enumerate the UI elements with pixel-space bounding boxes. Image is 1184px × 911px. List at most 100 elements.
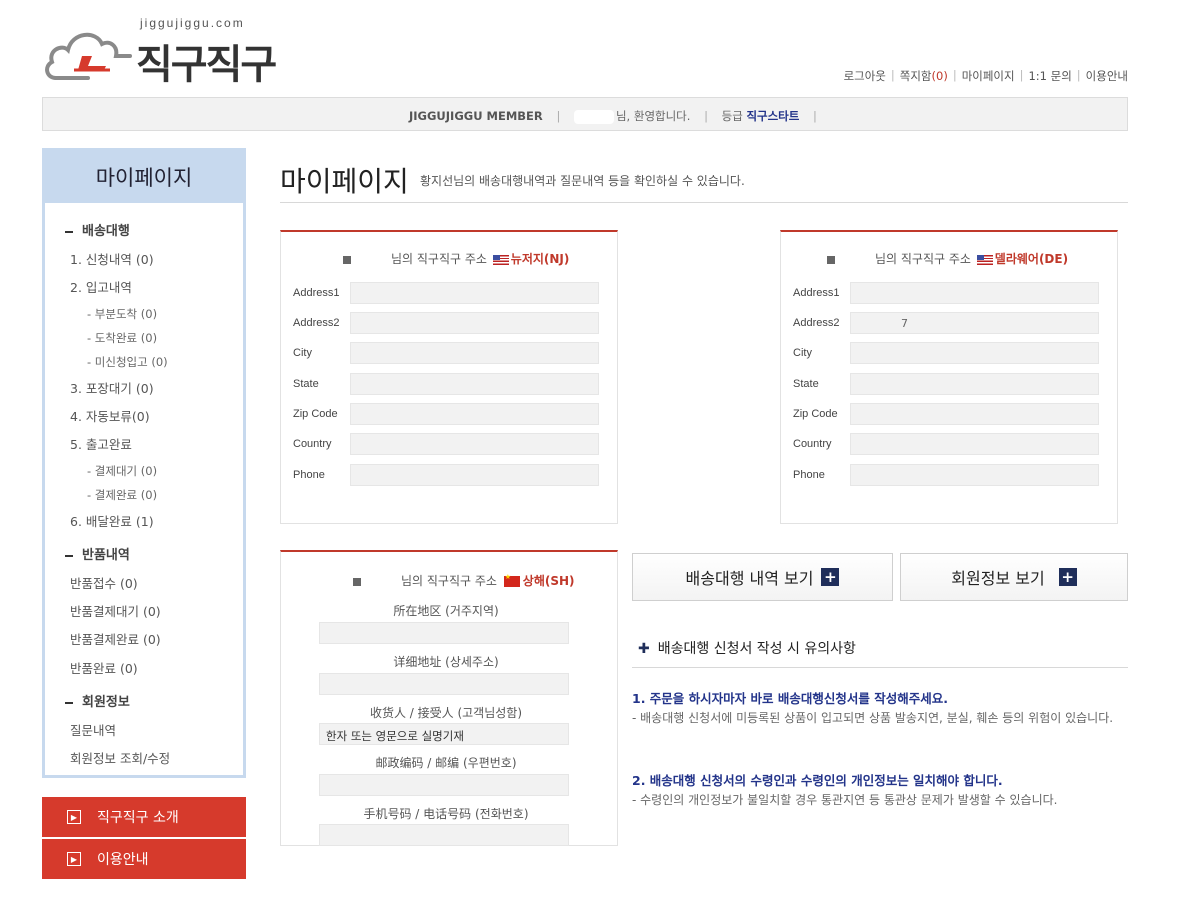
field-label: Address1 <box>793 287 840 299</box>
field-label: 详细地址 (상세주소) <box>393 655 499 669</box>
top-nav: 로그아웃 | 쪽지함(0) | 마이페이지 | 1:1 문의 | 이용안내 <box>844 68 1128 84</box>
field-label: Zip Code <box>793 408 838 420</box>
sidebar-item-shipout[interactable]: 5. 출고완료 <box>70 434 132 453</box>
sidebar-item-paydone[interactable]: - 결제완료 (0) <box>87 487 157 503</box>
cloud-logo-icon <box>45 33 132 80</box>
address-card-de: 님의 직구직구 주소 델라웨어(DE) Address1 Address2 7 C… <box>780 230 1118 524</box>
intro-button[interactable]: ▶ 직구직구 소개 <box>42 797 246 837</box>
inquiry-link[interactable]: 1:1 문의 <box>1028 68 1071 84</box>
field-label: Country <box>293 438 332 450</box>
sidebar-item-hold[interactable]: 4. 자동보류(0) <box>70 406 150 425</box>
nav-separator: | <box>1076 68 1081 82</box>
nav-separator: | <box>952 68 957 82</box>
field-country: Country <box>793 433 1099 455</box>
field-value <box>350 373 599 395</box>
field-value: 7 <box>850 312 1099 334</box>
card-state: 상해(SH) <box>522 574 575 588</box>
bar-separator: | <box>813 109 817 123</box>
notice-heading-1: 1. 주문을 하시자마자 바로 배송대행신청서를 작성해주세요. <box>632 691 948 706</box>
field-value <box>350 282 599 304</box>
sidebar-section-return: 반품내역 <box>65 544 130 563</box>
field-value <box>850 433 1099 455</box>
field-state: State <box>293 373 599 395</box>
sidebar-item-partial[interactable]: - 부분도착 (0) <box>87 306 157 322</box>
field-value <box>350 464 599 486</box>
sidebar-section-member: 회원정보 <box>65 691 130 710</box>
member-info-button[interactable]: 회원정보 보기 + <box>900 553 1128 601</box>
message-link[interactable]: 쪽지함(0) <box>900 68 948 84</box>
field-value <box>850 403 1099 425</box>
sidebar-item-return-done[interactable]: 반품완료 (0) <box>70 658 138 677</box>
us-flag-icon <box>976 254 993 265</box>
field-label: Phone <box>793 469 825 481</box>
bar-separator: | <box>556 109 561 123</box>
field-label: State <box>793 378 819 390</box>
notice-heading-2: 2. 배송대행 신청서의 수령인과 수령인의 개인정보는 일치해야 합니다. <box>632 773 1003 788</box>
arrow-right-icon: ▶ <box>67 852 81 866</box>
card-state: 뉴저지(NJ) <box>510 252 570 266</box>
sidebar-item-delivered[interactable]: 6. 배달완료 (1) <box>70 511 154 530</box>
field-label: City <box>293 347 312 359</box>
sidebar-item-member-info[interactable]: 회원정보 조회/수정 <box>70 748 170 767</box>
field-state: State <box>793 373 1099 395</box>
china-flag-icon <box>503 573 520 587</box>
field-label: Address2 <box>293 317 340 329</box>
us-flag-icon <box>492 254 509 265</box>
sidebar-item-return-paywait[interactable]: 반품결제대기 (0) <box>70 601 161 620</box>
sidebar-item-warehouse[interactable]: 2. 입고내역 <box>70 277 132 296</box>
sidebar-item-packing[interactable]: 3. 포장대기 (0) <box>70 378 154 397</box>
field-address1: Address1 <box>293 282 599 304</box>
site-logo[interactable]: jiggujiggu.com 직구직구 <box>44 14 294 87</box>
sidebar-item-return-recv[interactable]: 반품접수 (0) <box>70 573 138 592</box>
shipping-history-label: 배송대행 내역 보기 <box>685 569 814 588</box>
field-value-recipient: 한자 또는 영문으로 실명기재 <box>319 723 569 745</box>
field-value <box>319 824 569 846</box>
logo-domain: jiggujiggu.com <box>140 16 245 30</box>
field-zip: Zip Code <box>293 403 599 425</box>
sidebar: 마이페이지 배송대행 1. 신청내역 (0) 2. 입고내역 - 부분도착 (0… <box>42 148 246 778</box>
member-name-redacted <box>573 109 614 124</box>
field-address1: Address1 <box>793 282 1099 304</box>
field-phone: Phone <box>293 464 599 486</box>
welcome-text: 님, 환영합니다. <box>615 109 691 123</box>
sidebar-item-arrived[interactable]: - 도착완료 (0) <box>87 330 157 346</box>
page-description: 황지선님의 배송대행내역과 질문내역 등을 확인하실 수 있습니다. <box>420 174 745 188</box>
mypage-link[interactable]: 마이페이지 <box>962 68 1015 84</box>
card-title-text: 님의 직구직구 주소 <box>401 574 497 588</box>
field-value <box>850 464 1099 486</box>
card-title: 님의 직구직구 주소 상해(SH) <box>353 572 575 589</box>
field-value <box>350 433 599 455</box>
field-label: Zip Code <box>293 408 338 420</box>
address-card-nj: 님의 직구직구 주소 뉴저지(NJ) Address1 Address2 Cit… <box>280 230 618 524</box>
sidebar-item-return-paydone[interactable]: 반품결제완료 (0) <box>70 629 161 648</box>
logout-link[interactable]: 로그아웃 <box>844 68 886 84</box>
field-label: City <box>793 347 812 359</box>
sidebar-item-qna[interactable]: 질문내역 <box>70 720 116 739</box>
bullet-square-icon <box>343 255 351 264</box>
sidebar-title: 마이페이지 <box>45 151 243 203</box>
field-label: 手机号码 / 电话号码 (전화번호) <box>363 807 529 821</box>
guide-link[interactable]: 이용안내 <box>1086 68 1128 84</box>
message-count: (0) <box>931 69 948 83</box>
field-value <box>319 622 569 644</box>
member-bar: JIGGUJIGGU MEMBER | 님, 환영합니다. | 등급 직구스타트… <box>42 97 1128 131</box>
bullet-square-icon <box>827 255 835 264</box>
field-value <box>319 774 569 796</box>
sidebar-item-unregistered[interactable]: - 미신청입고 (0) <box>87 354 168 370</box>
sidebar-item-apply[interactable]: 1. 신청내역 (0) <box>70 249 154 268</box>
field-label: 所在地区 (거주지역) <box>393 604 499 618</box>
sidebar-item-paywait[interactable]: - 결제대기 (0) <box>87 463 157 479</box>
notice-body-2: - 수령인의 개인정보가 불일치할 경우 통관지연 등 통관상 문제가 발생할 … <box>632 793 1058 807</box>
field-value <box>350 342 599 364</box>
field-label: Address2 <box>793 317 840 329</box>
arrow-right-icon: ▶ <box>67 810 81 824</box>
field-zip: Zip Code <box>793 403 1099 425</box>
member-grade: 직구스타트 <box>746 109 800 123</box>
field-value <box>850 342 1099 364</box>
guide-button[interactable]: ▶ 이용안내 <box>42 839 246 879</box>
bar-separator: | <box>704 109 708 123</box>
field-label: Phone <box>293 469 325 481</box>
nav-separator: | <box>890 68 895 82</box>
field-value <box>850 373 1099 395</box>
shipping-history-button[interactable]: 배송대행 내역 보기 + <box>632 553 893 601</box>
